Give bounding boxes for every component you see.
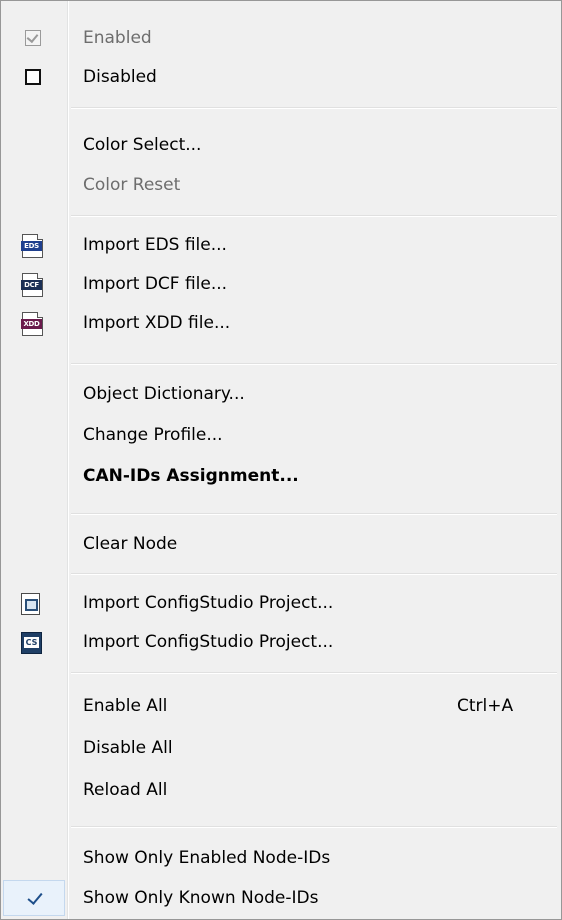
- menu-item-color-reset[interactable]: Color Reset: [1, 167, 561, 203]
- menu-item-label: Enable All: [83, 696, 168, 716]
- checked-indicator: [3, 880, 65, 916]
- menu-separator: [71, 363, 557, 365]
- menu-item-change-profile[interactable]: Change Profile...: [1, 417, 561, 453]
- menu-item-label: Color Reset: [83, 175, 181, 195]
- menu-item-color-select[interactable]: Color Select...: [1, 127, 561, 163]
- menu-item-label: Disabled: [83, 67, 157, 87]
- menu-item-label: Import EDS file...: [83, 235, 227, 255]
- menu-item-label: Show Only Enabled Node-IDs: [83, 848, 331, 868]
- menu-separator: [71, 107, 557, 109]
- menu-item-label: Color Select...: [83, 135, 202, 155]
- menu-item-import-configstudio-1[interactable]: Import ConfigStudio Project...: [1, 585, 561, 621]
- menu-item-enabled[interactable]: Enabled: [1, 20, 561, 56]
- menu-item-object-dictionary[interactable]: Object Dictionary...: [1, 376, 561, 412]
- menu-item-import-configstudio-2[interactable]: CS Import ConfigStudio Project...: [1, 624, 561, 660]
- menu-item-disable-all[interactable]: Disable All: [1, 730, 561, 766]
- menu-item-label: Reload All: [83, 780, 168, 800]
- menu-item-show-only-enabled[interactable]: Show Only Enabled Node-IDs: [1, 840, 561, 876]
- menu-item-enable-all[interactable]: Enable All Ctrl+A: [1, 688, 561, 724]
- dcf-file-icon: DCF: [21, 273, 43, 297]
- menu-item-label: CAN-IDs Assignment...: [83, 466, 299, 486]
- menu-item-can-ids-assignment[interactable]: CAN-IDs Assignment...: [1, 458, 561, 494]
- menu-item-label: Enabled: [83, 28, 152, 48]
- context-menu: Enabled Disabled Color Select... Color R…: [0, 0, 562, 920]
- shortcut-label: Ctrl+A: [457, 696, 514, 716]
- menu-separator: [71, 573, 557, 575]
- menu-item-label: Disable All: [83, 738, 173, 758]
- menu-separator: [71, 513, 557, 515]
- menu-item-show-only-known[interactable]: Show Only Known Node-IDs: [1, 880, 561, 916]
- menu-item-label: Import ConfigStudio Project...: [83, 593, 334, 613]
- menu-separator: [71, 672, 557, 674]
- cs-project-icon: CS: [21, 632, 42, 654]
- menu-item-label: Import ConfigStudio Project...: [83, 632, 334, 652]
- configstudio-project-icon: [21, 593, 40, 615]
- menu-item-label: Import DCF file...: [83, 274, 228, 294]
- checkbox-empty-icon: [25, 69, 41, 85]
- checkmark-icon: [27, 889, 43, 905]
- menu-item-label: Change Profile...: [83, 425, 223, 445]
- menu-separator: [71, 826, 557, 828]
- menu-item-import-eds[interactable]: EDS Import EDS file...: [1, 227, 561, 263]
- menu-item-label: Object Dictionary...: [83, 384, 245, 404]
- xdd-file-icon: XDD: [21, 312, 43, 336]
- menu-item-import-dcf[interactable]: DCF Import DCF file...: [1, 266, 561, 302]
- menu-item-label: Show Only Known Node-IDs: [83, 888, 319, 908]
- menu-separator: [71, 215, 557, 217]
- menu-item-clear-node[interactable]: Clear Node: [1, 526, 561, 562]
- menu-item-label: Clear Node: [83, 534, 178, 554]
- menu-item-import-xdd[interactable]: XDD Import XDD file...: [1, 305, 561, 341]
- menu-item-reload-all[interactable]: Reload All: [1, 772, 561, 808]
- menu-item-label: Import XDD file...: [83, 313, 231, 333]
- checkbox-checked-gray-icon: [25, 30, 41, 46]
- menu-item-disabled[interactable]: Disabled: [1, 59, 561, 95]
- eds-file-icon: EDS: [21, 234, 43, 258]
